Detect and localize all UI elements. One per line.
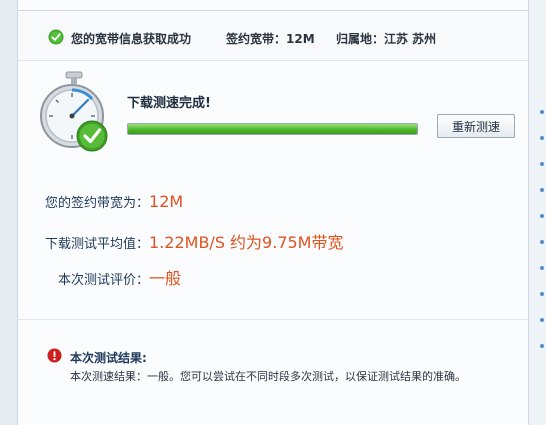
region-text: 归属地：江苏 苏州 — [336, 32, 437, 46]
progress-fill — [128, 124, 417, 134]
top-divider — [18, 10, 528, 11]
alert-icon — [47, 348, 62, 363]
result-title: 本次测试结果: — [70, 351, 147, 365]
rating-label: 本次测试评价： — [58, 273, 150, 288]
left-border — [0, 0, 17, 425]
average-speed-row: 下载测试平均值：1.22MB/S 约为9.75M带宽 — [45, 229, 344, 253]
contracted-bandwidth-label: 您的签约带宽为： — [45, 196, 150, 211]
download-progress-bar — [127, 123, 418, 135]
border-dot — [540, 292, 544, 296]
contracted-bandwidth-row: 您的签约带宽为：12M — [45, 192, 183, 211]
border-dot — [540, 110, 544, 114]
stopwatch-icon — [40, 71, 108, 152]
rating-row: 本次测试评价：一般 — [58, 265, 181, 289]
retest-button[interactable]: 重新测速 — [437, 114, 515, 138]
average-speed-label: 下载测试平均值： — [45, 237, 150, 252]
info-header: 您的宽带信息获取成功 签约宽带：12M 归属地：江苏 苏州 — [18, 12, 528, 61]
border-dot — [540, 214, 544, 218]
contracted-bandwidth-value: 12M — [149, 192, 184, 211]
speed-test-panel: 您的宽带信息获取成功 签约宽带：12M 归属地：江苏 苏州 下载测速完成! 重新… — [17, 0, 529, 425]
result-description: 本次测速结果：一般。您可以尝试在不同时段多次测试，以保证测试结果的准确。 — [70, 370, 466, 383]
test-complete-title: 下载测速完成! — [127, 96, 211, 111]
border-dot — [540, 188, 544, 192]
border-dot — [540, 240, 544, 244]
border-dot — [540, 136, 544, 140]
check-icon — [48, 29, 64, 45]
status-text: 您的宽带信息获取成功 — [71, 32, 192, 46]
average-speed-value: 1.22MB/S 约为9.75M带宽 — [149, 233, 344, 252]
border-dot — [540, 266, 544, 270]
border-dot — [540, 344, 544, 348]
border-dot — [540, 318, 544, 322]
rating-value: 一般 — [149, 269, 182, 288]
right-dotted-border — [539, 0, 546, 425]
section-divider — [18, 319, 528, 320]
contracted-bandwidth-text: 签约宽带：12M — [226, 32, 315, 46]
border-dot — [540, 162, 544, 166]
